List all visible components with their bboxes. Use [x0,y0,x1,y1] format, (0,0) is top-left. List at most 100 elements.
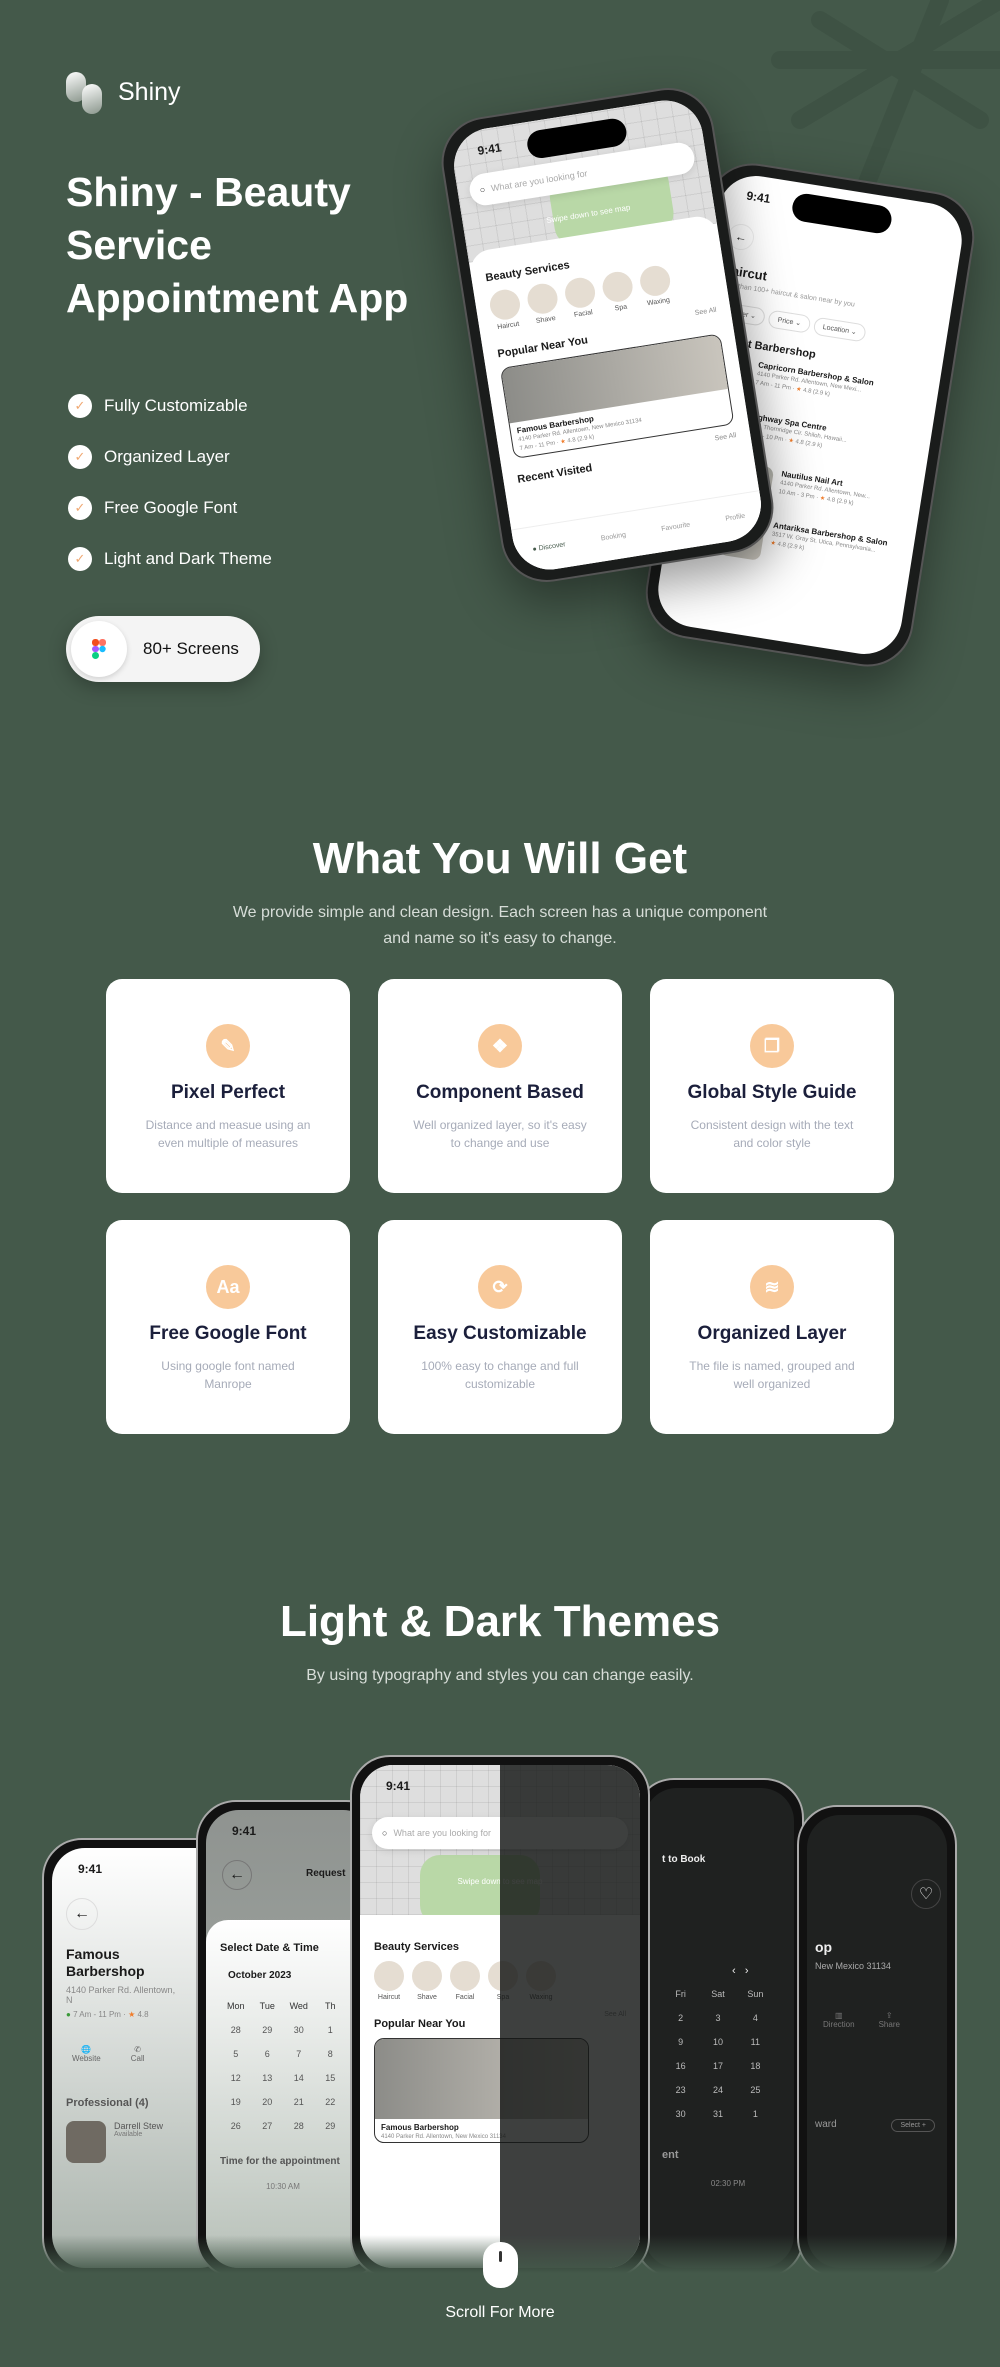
calendar-date[interactable]: 17 [699,2061,736,2071]
shop-address: New Mexico 31134 [815,1961,891,1971]
weekday: Th [324,2001,336,2011]
calendar-date[interactable]: 18 [737,2061,774,2071]
feature-card-title: Pixel Perfect [170,1082,286,1103]
calendar-date[interactable]: 30 [283,2025,315,2035]
service-haircut[interactable]: Haircut [374,1961,404,2001]
direction-button[interactable]: ▥ Direction [823,2011,855,2029]
calendar-date[interactable]: 1 [315,2025,347,2035]
feature-card-desc: Using google font named Manrope [161,1359,295,1391]
share-button[interactable]: ⇪ Share [879,2011,900,2029]
filter-price[interactable]: Price ⌄ [767,309,812,334]
service-facial[interactable]: Facial [562,275,599,320]
calendar-date[interactable]: 3 [699,2013,736,2023]
screens-badge: 80+ Screens [66,616,260,682]
service-shave[interactable]: Shave [525,281,561,326]
calendar-date[interactable]: 4 [737,2013,774,2023]
calendar-date[interactable]: 28 [220,2025,252,2035]
shop-rating: 4.8 [137,2010,149,2019]
calendar-date[interactable]: 29 [315,2121,347,2131]
phone-discover: 9:41 ○ What are you looking for Swipe dow… [434,81,781,589]
calendar-date[interactable]: 11 [737,2037,774,2047]
section-subtitle: By using typography and styles you can c… [306,1667,694,1684]
weekday: Tue [259,2001,275,2011]
calendar-date[interactable]: 26 [220,2121,252,2131]
nav-profile[interactable]: Profile [725,513,746,523]
nav-booking[interactable]: Booking [600,532,626,543]
website-button[interactable]: 🌐 Website [72,2045,101,2063]
time-slot[interactable]: 02:30 PM [662,2179,794,2188]
calendar-date[interactable]: 2 [662,2013,699,2023]
weekday: Sat [711,1989,725,1999]
calendar-date[interactable]: 29 [252,2025,284,2035]
badge-label: 80+ Screens [143,639,239,658]
calendar-date[interactable]: 27 [252,2121,284,2131]
phone-booking-dark: t to Book ‹ › Fri Sat Sun 2 3 4 9 10 11 16 17 18 23 2… [634,1778,804,2278]
service-shave[interactable]: Shave [412,1961,442,2001]
call-button[interactable]: ✆ Call [131,2045,145,2063]
back-button[interactable]: ← [222,1860,252,1890]
calendar-date[interactable]: 7 [283,2049,315,2059]
filter-location[interactable]: Location ⌄ [812,316,868,343]
calendar-date[interactable]: 13 [252,2073,284,2083]
feature-label: Free Google Font [104,497,238,517]
feature-card-desc: Distance and measue using an even multip… [145,1118,311,1150]
brand-name: Shiny [118,78,181,106]
nav-favourite[interactable]: Favourite [661,521,691,532]
feature-item: ✓ Light and Dark Theme [68,533,272,584]
calendar-date[interactable]: 20 [252,2097,284,2107]
feature-card: ✎ Pixel Perfect Distance and measue using … [106,979,350,1193]
calendar-grid: Fri Sat Sun 2 3 4 9 10 11 16 17 18 23 24 25 30 31 1 [662,1989,794,2119]
hero-title: Shiny - Beauty Service Appointment App [66,166,486,325]
service-spa[interactable]: Spa [600,269,636,314]
feature-card-desc: Well organized layer, so it's easy to ch… [413,1118,587,1150]
select-button[interactable]: Select + [891,2119,935,2132]
calendar-date[interactable]: 23 [662,2085,699,2095]
back-button[interactable]: ← [66,1898,98,1930]
title-line: Appointment App [66,275,409,321]
calendar-date[interactable]: 10 [699,2037,736,2047]
status-time: 9:41 [745,188,772,207]
calendar-date[interactable]: 21 [283,2097,315,2107]
calendar-date[interactable]: 28 [283,2121,315,2131]
month-nav[interactable]: ‹ › [662,1965,794,1977]
nav-discover[interactable]: ● Discover [532,541,566,553]
calendar-date[interactable]: 19 [220,2097,252,2107]
calendar-date[interactable]: 24 [699,2085,736,2095]
professional-item[interactable]: Darrell Stew Available [66,2121,178,2163]
calendar-date[interactable]: 30 [662,2109,699,2119]
calendar-date[interactable]: 31 [699,2109,736,2119]
service-haircut[interactable]: Haircut [487,287,524,332]
calendar-date[interactable]: 5 [220,2049,252,2059]
calendar-date[interactable]: 22 [315,2097,347,2107]
scroll-for-more[interactable]: Scroll For More [0,2304,1000,2322]
calendar-date[interactable]: 6 [252,2049,284,2059]
check-icon: ✓ [68,393,92,418]
service-facial[interactable]: Facial [450,1961,480,2001]
calendar-date[interactable]: 8 [315,2049,347,2059]
section-title: ent [662,2149,679,2161]
favourite-button[interactable]: ♡ [911,1879,941,1909]
feature-card-title: Free Google Font [149,1323,307,1344]
shop-hours: 7 Am - 11 Pm [73,2010,121,2019]
calendar-date[interactable]: 1 [737,2109,774,2119]
calendar-date[interactable]: 15 [315,2073,347,2083]
search-icon: ○ [478,184,486,196]
brand-logo [66,72,110,116]
calendar-date[interactable]: 14 [283,2073,315,2083]
copy-icon: ❐ [750,1024,794,1068]
component-icon: ❖ [478,1024,522,1068]
service-waxing[interactable]: Waxing [637,263,674,308]
section-title: Professional (4) [66,2097,149,2109]
time-slot[interactable]: 10:30 AM [220,2182,346,2191]
calendar-date[interactable]: 12 [220,2073,252,2083]
feature-label: Light and Dark Theme [104,548,272,568]
row-label: ward [815,2119,837,2130]
calendar-date[interactable]: 16 [662,2061,699,2071]
section-title: Light & Dark Themes [279,1597,721,1646]
calendar-date[interactable]: 9 [662,2037,699,2047]
check-icon: ✓ [68,444,92,469]
feature-card-title: Organized Layer [697,1323,847,1344]
dark-half-overlay [500,1765,640,2268]
calendar-date[interactable]: 25 [737,2085,774,2095]
screen-title: t to Book [662,1854,706,1865]
